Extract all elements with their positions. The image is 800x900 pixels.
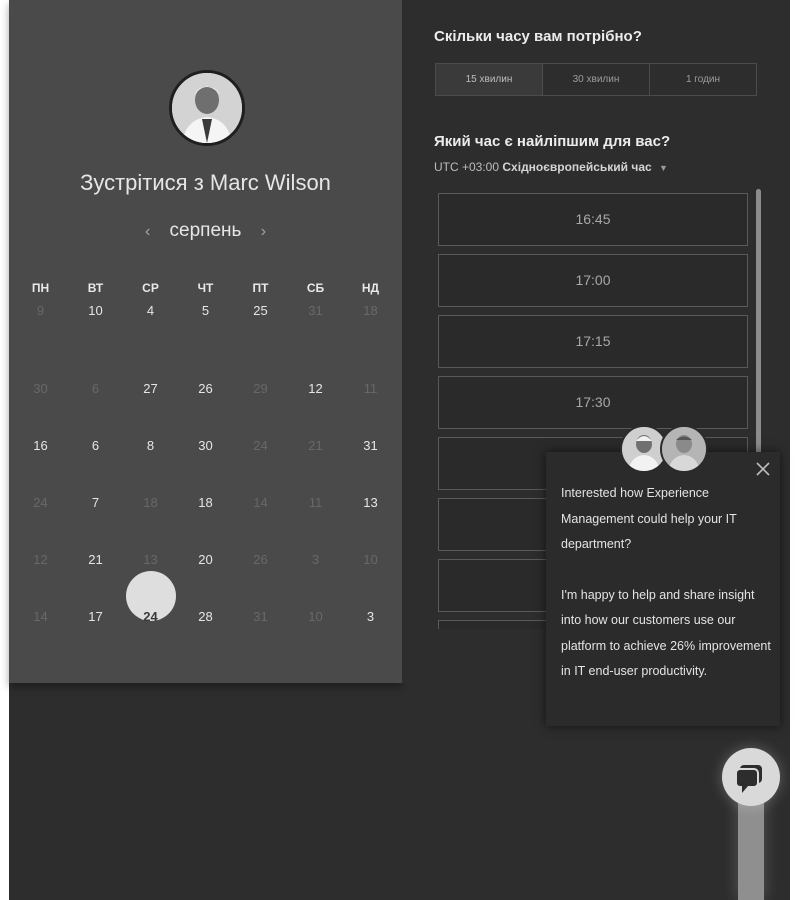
calendar-day[interactable]: 20	[178, 531, 233, 588]
duration-option[interactable]: 1 годин	[649, 64, 756, 95]
calendar-day[interactable]: 17	[68, 588, 123, 645]
calendar-day[interactable]: 25	[233, 303, 288, 360]
calendar-day: 24	[33, 495, 48, 510]
calendar-day[interactable]: 13	[343, 474, 398, 531]
calendar-day[interactable]: 30	[178, 417, 233, 474]
calendar-day[interactable]: 5	[178, 303, 233, 360]
calendar-day: 18	[363, 303, 378, 318]
calendar-day[interactable]: 4	[123, 303, 178, 360]
calendar-day: 30	[33, 381, 48, 396]
caret-down-icon: ▼	[659, 163, 668, 173]
next-month-button[interactable]: ›	[247, 223, 280, 241]
prev-month-button[interactable]: ‹	[131, 223, 164, 241]
calendar-day[interactable]: 26	[178, 360, 233, 417]
time-slot[interactable]: 17:15	[438, 315, 748, 368]
calendar-week: 12 21 13 20 26 3 10	[13, 531, 400, 588]
host-avatar	[169, 70, 245, 146]
calendar-day[interactable]: 6	[68, 417, 123, 474]
calendar-day: 10	[308, 609, 323, 624]
calendar-day: 24	[253, 438, 268, 453]
calendar-day: 14	[253, 495, 268, 510]
calendar-day[interactable]: 3	[343, 588, 398, 645]
time-question: Який час є найліпшим для вас?	[434, 133, 671, 150]
weekday-label: НД	[361, 281, 380, 295]
weekday-label: ВТ	[87, 281, 104, 295]
calendar-day: 10	[363, 552, 378, 567]
calendar-day: 3	[311, 552, 320, 567]
popup-message-line1: Interested how Experience Management cou…	[561, 486, 737, 551]
slot-list-scrollbar[interactable]	[756, 189, 761, 459]
timezone-offset: UTC +03:00	[434, 160, 500, 174]
calendar-day[interactable]: 21	[68, 531, 123, 588]
calendar-week: 14 17 24 28 31 10 3	[13, 571, 400, 645]
time-slot[interactable]: 17:00	[438, 254, 748, 307]
meeting-title: Зустрітися з Marc Wilson	[80, 170, 331, 195]
calendar-week: 30 6 27 26 29 12 11	[13, 360, 400, 417]
calendar-day[interactable]: 18	[178, 474, 233, 531]
duration-question: Скільки часу вам потрібно?	[434, 28, 642, 45]
duration-option[interactable]: 15 хвилин	[436, 64, 542, 95]
month-label: серпень	[169, 220, 242, 241]
calendar-day[interactable]: 27	[123, 360, 178, 417]
calendar-week: 24 7 18 18 14 11 13	[13, 474, 400, 531]
chat-bubble-icon	[735, 765, 762, 793]
calendar-week: 16 6 8 30 24 21 31	[13, 417, 400, 474]
time-slot[interactable]: 16:45	[438, 193, 748, 246]
calendar-day[interactable]: 8	[123, 417, 178, 474]
timezone-name: Східноєвропейський час	[502, 160, 652, 174]
calendar-week: 9 10 4 5 25 31 18	[13, 303, 400, 360]
timezone-selector[interactable]: UTC +03:00 Східноєвропейський час ▼	[434, 160, 668, 174]
calendar-day[interactable]: 16	[13, 417, 68, 474]
calendar-day[interactable]: 7	[68, 474, 123, 531]
popup-message: Interested how Experience Management cou…	[561, 481, 771, 685]
weekday-label: ПН	[31, 281, 50, 295]
weekday-header: ПН ВТ СР ЧТ ПТ СБ НД	[13, 281, 400, 303]
calendar-day: 11	[308, 495, 323, 510]
time-slot[interactable]: 17:30	[438, 376, 748, 429]
calendar-day: 21	[308, 438, 323, 453]
weekday-label: ПТ	[252, 281, 269, 295]
calendar-day[interactable]: 31	[343, 417, 398, 474]
calendar-day: 12	[33, 552, 48, 567]
close-icon[interactable]	[754, 460, 772, 478]
calendar-day: 11	[363, 381, 378, 396]
weekday-label: СБ	[306, 281, 325, 295]
popup-message-line2: I'm happy to help and share insight into…	[561, 587, 771, 679]
calendar-day[interactable]: 10	[68, 303, 123, 360]
calendar-day: 18	[143, 495, 158, 510]
calendar-day[interactable]: 12	[288, 360, 343, 417]
calendar-day: 6	[91, 381, 100, 396]
calendar-day[interactable]: 28	[178, 588, 233, 645]
calendar-day: 26	[253, 552, 268, 567]
calendar-day: 9	[36, 303, 45, 318]
calendar-day: 31	[253, 609, 268, 624]
calendar-grid: ПН ВТ СР ЧТ ПТ СБ НД 9 10 4 5 25 31 18 30 6 27 26 29 12 11 1…	[13, 281, 400, 645]
calendar-day: 14	[33, 609, 48, 624]
duration-selector: 15 хвилин 30 хвилин 1 годин	[435, 63, 757, 96]
chat-invite-popup: Interested how Experience Management cou…	[546, 452, 780, 726]
calendar-day: 29	[253, 381, 268, 396]
calendar-day-selected[interactable]: 24	[123, 571, 178, 645]
chat-launcher-button[interactable]	[722, 748, 780, 806]
host-calendar-panel: Зустрітися з Marc Wilson ‹ серпень › ПН В…	[9, 0, 402, 683]
duration-option[interactable]: 30 хвилин	[542, 64, 649, 95]
chat-button-trail	[738, 790, 764, 900]
calendar-day: 31	[308, 303, 323, 318]
month-navigator: ‹ серпень ›	[9, 220, 402, 242]
weekday-label: СР	[142, 281, 159, 295]
agent-avatars	[620, 425, 710, 477]
weekday-label: ЧТ	[197, 281, 214, 295]
agent-avatar-2	[660, 425, 708, 473]
